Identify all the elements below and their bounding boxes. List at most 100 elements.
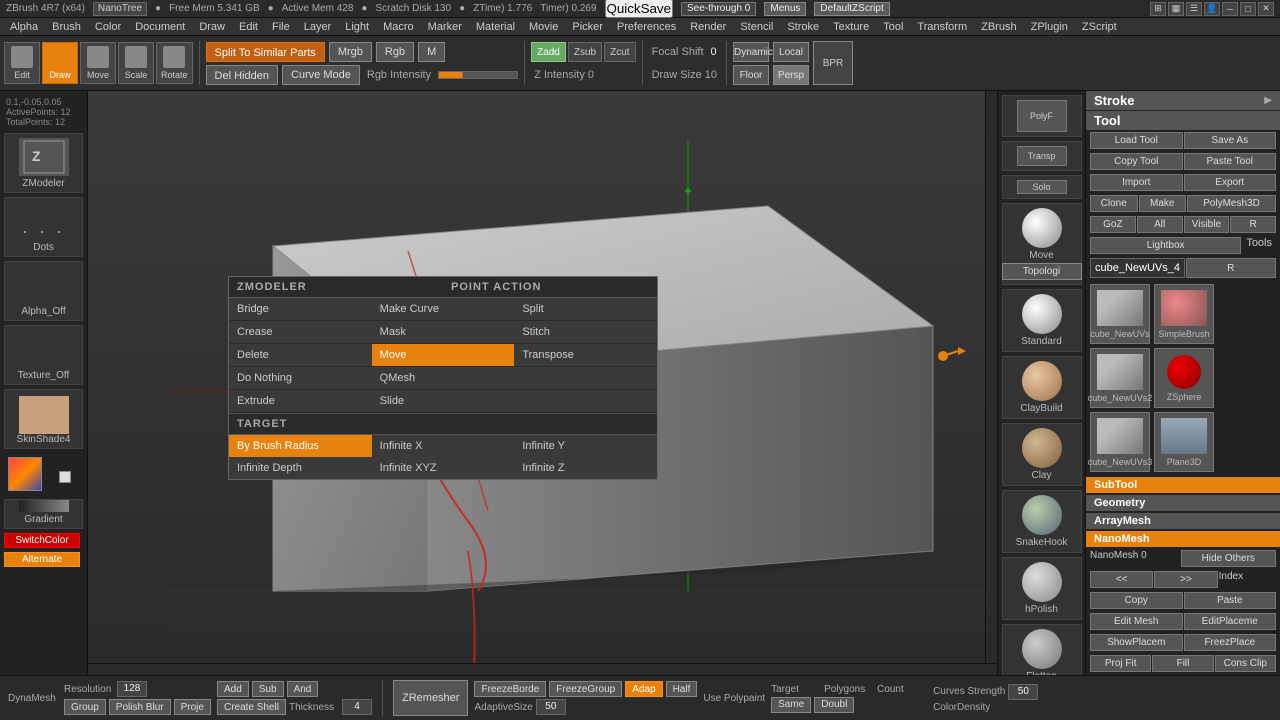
menu-tool[interactable]: Tool (877, 18, 909, 36)
menu-alpha[interactable]: Alpha (4, 18, 44, 36)
menu-marker[interactable]: Marker (422, 18, 468, 36)
and-btn[interactable]: And (287, 681, 319, 697)
polish-blur-btn[interactable]: Polish Blur (109, 699, 171, 715)
cm-by-brush-radius[interactable]: By Brush Radius (229, 435, 372, 457)
claybuild-btn[interactable]: ClayBuild (1002, 356, 1082, 419)
menu-zplugin[interactable]: ZPlugin (1025, 18, 1074, 36)
flatten-btn[interactable]: Flatten (1002, 624, 1082, 675)
create-shell-btn[interactable]: Create Shell (217, 699, 286, 715)
cm-infinite-x[interactable]: Infinite X (372, 435, 515, 457)
switch-color-btn[interactable]: SwitchColor (4, 533, 80, 548)
cm-slide[interactable]: Slide (372, 390, 515, 413)
save-as-btn[interactable]: Save As (1184, 132, 1277, 149)
menu-texture[interactable]: Texture (827, 18, 875, 36)
thumb-cube-newuvs[interactable]: cube_NewUVs (1090, 284, 1150, 344)
move-topologi-top[interactable]: Move Topologi (1002, 203, 1082, 285)
move-btn[interactable]: Move (80, 42, 116, 84)
proje-btn[interactable]: Proje (174, 699, 211, 715)
lightbox-btn[interactable]: Lightbox (1090, 237, 1241, 254)
rotate-btn[interactable]: Rotate (156, 42, 193, 84)
visible-btn[interactable]: Visible (1184, 216, 1230, 233)
zadd-btn[interactable]: Zadd (531, 42, 566, 62)
menu-brush[interactable]: Brush (46, 18, 87, 36)
export-btn[interactable]: Export (1184, 174, 1277, 191)
floor-btn[interactable]: Floor (733, 65, 769, 85)
cm-stitch[interactable]: Stitch (514, 321, 657, 344)
see-through-btn[interactable]: See-through 0 (681, 2, 756, 16)
copy-nm-btn[interactable]: Copy (1090, 592, 1183, 609)
canvas-hscroll[interactable] (88, 663, 997, 675)
nav-next-btn[interactable]: >> (1154, 571, 1217, 588)
proj-fit-btn[interactable]: Proj Fit (1090, 655, 1151, 672)
topologi-top-btn[interactable]: Topologi (1002, 263, 1082, 280)
bpr-btn[interactable]: BPR (813, 41, 853, 85)
scale-btn[interactable]: Scale (118, 42, 154, 84)
secondary-color-swatch[interactable] (59, 471, 71, 483)
import-btn[interactable]: Import (1090, 174, 1183, 191)
icon-btn-4[interactable]: 👤 (1204, 2, 1220, 16)
menu-light[interactable]: Light (339, 18, 375, 36)
menu-draw[interactable]: Draw (193, 18, 231, 36)
freeze-group-btn[interactable]: FreezeGroup (549, 681, 622, 697)
menu-color[interactable]: Color (89, 18, 127, 36)
r2-btn[interactable]: R (1186, 258, 1277, 278)
all-btn[interactable]: All (1137, 216, 1183, 233)
editplaceme-btn[interactable]: EditPlaceme (1184, 613, 1277, 630)
alternate-btn[interactable]: Alternate (4, 552, 80, 567)
group-btn[interactable]: Group (64, 699, 106, 715)
menu-macro[interactable]: Macro (377, 18, 420, 36)
snakehook-btn[interactable]: SnakeHook (1002, 490, 1082, 553)
paste-tool-btn[interactable]: Paste Tool (1184, 153, 1277, 170)
split-btn[interactable]: Split To Similar Parts (206, 42, 325, 62)
cm-qmesh[interactable]: QMesh (372, 367, 515, 390)
menu-picker[interactable]: Picker (566, 18, 609, 36)
hide-others-btn[interactable]: Hide Others (1181, 550, 1277, 567)
icon-btn-5[interactable]: ─ (1222, 2, 1238, 16)
menu-stencil[interactable]: Stencil (734, 18, 779, 36)
clone-btn[interactable]: Clone (1090, 195, 1138, 212)
half-btn[interactable]: Half (666, 681, 698, 697)
dynamic-btn[interactable]: Dynamic (733, 42, 769, 62)
menu-stroke[interactable]: Stroke (781, 18, 825, 36)
cm-infinite-depth[interactable]: Infinite Depth (229, 457, 372, 479)
zmodeler-tool[interactable]: Z ZModeler (4, 133, 83, 193)
cm-split[interactable]: Split (514, 298, 657, 321)
r-btn[interactable]: R (1230, 216, 1276, 233)
cons-clip-btn[interactable]: Cons Clip (1215, 655, 1276, 672)
polyf-btn[interactable]: PolyF (1002, 95, 1082, 137)
texture-off[interactable]: Texture_Off (4, 325, 83, 385)
skin-shade[interactable]: SkinShade4 (4, 389, 83, 449)
thumb-cube-newuvs3[interactable]: cube_NewUVs3 (1090, 412, 1150, 472)
stroke-expand-icon[interactable]: ▶ (1264, 95, 1272, 106)
cm-infinite-xyz[interactable]: Infinite XYZ (372, 457, 515, 479)
zsub-btn[interactable]: Zsub (568, 42, 602, 62)
fill-btn[interactable]: Fill (1152, 655, 1213, 672)
thumb-cube-newuvs2[interactable]: cube_NewUVs2 (1090, 348, 1150, 408)
cm-do-nothing[interactable]: Do Nothing (229, 367, 372, 390)
dots-brush[interactable]: · · · Dots (4, 197, 83, 257)
same-btn[interactable]: Same (771, 697, 811, 713)
menu-layer[interactable]: Layer (298, 18, 338, 36)
menus-btn[interactable]: Menus (764, 2, 806, 16)
freeze-border-btn[interactable]: FreezeBorde (474, 681, 546, 697)
cm-bridge[interactable]: Bridge (229, 298, 372, 321)
thumb-zsphere[interactable]: ZSphere (1154, 348, 1214, 408)
current-tool-input[interactable] (1090, 258, 1185, 278)
gradient-item[interactable]: Gradient (4, 499, 83, 529)
icon-btn-6[interactable]: □ (1240, 2, 1256, 16)
icon-btn-7[interactable]: ✕ (1258, 2, 1274, 16)
local-btn[interactable]: Local (773, 42, 809, 62)
cm-crease[interactable]: Crease (229, 321, 372, 344)
menu-movie[interactable]: Movie (523, 18, 564, 36)
menu-render[interactable]: Render (684, 18, 732, 36)
transp-btn[interactable]: Transp (1002, 141, 1082, 171)
cm-extrude[interactable]: Extrude (229, 390, 372, 413)
icon-btn-2[interactable]: ▦ (1168, 2, 1184, 16)
add-btn[interactable]: Add (217, 681, 249, 697)
nav-prev-btn[interactable]: << (1090, 571, 1153, 588)
copy-tool-btn[interactable]: Copy Tool (1090, 153, 1183, 170)
persp-btn[interactable]: Persp (773, 65, 809, 85)
rgb-intensity-slider[interactable] (438, 71, 518, 79)
menu-transform[interactable]: Transform (911, 18, 973, 36)
cm-make-curve[interactable]: Make Curve (372, 298, 515, 321)
